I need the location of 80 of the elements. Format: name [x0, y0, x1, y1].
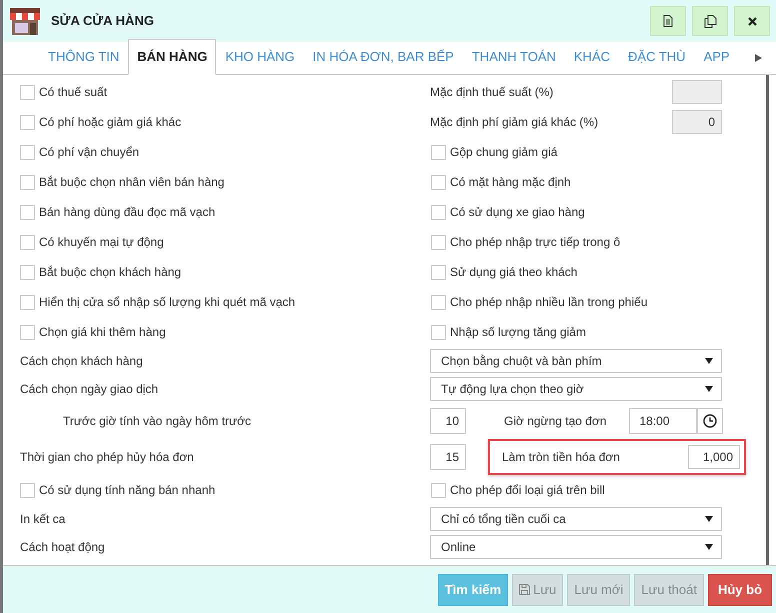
checkbox-label: Bắt buộc chọn nhân viên bán hàng — [39, 174, 224, 191]
checkbox[interactable] — [431, 174, 446, 190]
document-icon — [663, 15, 673, 27]
checkbox-label: Có sử dụng xe giao hàng — [450, 204, 585, 221]
dropdown[interactable]: Chọn bằng chuột và bàn phím — [430, 349, 722, 373]
dropdown-caret-icon — [705, 358, 713, 364]
checkbox-label: Có sử dụng tính năng bán nhanh — [39, 482, 216, 499]
checkbox-label: Bán hàng dùng đầu đọc mã vạch — [39, 204, 216, 221]
field-label: Mặc định thuế suất (%) — [430, 84, 554, 101]
field-label: Mặc định phí giảm giá khác (%) — [430, 114, 598, 131]
checkbox-label: Có thuế suất — [39, 84, 108, 101]
checkbox-label: Chọn giá khi thêm hàng — [39, 324, 166, 341]
tab[interactable]: KHO HÀNG — [216, 38, 304, 75]
checkbox[interactable] — [20, 324, 35, 340]
checkbox[interactable] — [431, 204, 446, 220]
search-button[interactable]: Tìm kiếm — [438, 574, 508, 606]
checkbox[interactable] — [20, 264, 35, 280]
checkbox-label: Bắt buộc chọn khách hàng — [39, 264, 182, 281]
dropdown[interactable]: Tự động lựa chọn theo giờ — [430, 377, 722, 401]
checkbox[interactable] — [431, 264, 446, 280]
checkbox[interactable] — [20, 174, 35, 190]
tab[interactable]: KHÁC — [564, 38, 620, 75]
checkbox[interactable] — [20, 204, 35, 220]
field-label: Trước giờ tính vào ngày hôm trước — [63, 413, 251, 430]
checkbox-label: Hiển thị cửa sổ nhập số lượng khi quét mã vạch — [39, 294, 296, 311]
checkbox-label: Có mặt hàng mặc định — [450, 174, 571, 191]
dropdown-caret-icon — [705, 386, 713, 392]
checkbox-label: Có phí hoặc giảm giá khác — [39, 114, 182, 131]
checkbox[interactable] — [431, 234, 446, 250]
tab[interactable]: IN HÓA ĐƠN, BAR BẾP — [304, 38, 463, 75]
tab[interactable]: THANH TOÁN — [462, 38, 565, 75]
number-field[interactable]: 10 — [430, 408, 466, 434]
copy-icon — [704, 14, 716, 28]
field-label: Thời gian cho phép hủy hóa đơn — [20, 449, 194, 466]
checkbox-label: Cho phép đổi loại giá trên bill — [450, 482, 605, 499]
time-field[interactable]: 18:00 — [628, 408, 696, 434]
checkbox-label: Có khuyến mại tự động — [39, 234, 164, 251]
window-title: SỬA CỬA HÀNG — [51, 12, 155, 30]
store-icon — [9, 6, 41, 36]
field-label: Giờ ngừng tạo đơn — [504, 413, 606, 430]
checkbox[interactable] — [20, 294, 35, 310]
dropdown-caret-icon — [705, 516, 713, 522]
checkbox[interactable] — [431, 294, 446, 310]
close-button[interactable] — [734, 6, 770, 36]
field-label: Làm tròn tiền hóa đơn — [502, 449, 620, 466]
close-icon — [748, 16, 756, 26]
checkbox[interactable] — [20, 84, 35, 100]
checkbox-label: Sử dụng giá theo khách — [450, 264, 578, 281]
tab[interactable]: BÁN HÀNG — [128, 38, 216, 75]
field-label: Cách chọn ngày giao dịch — [20, 381, 158, 398]
number-field[interactable]: 15 — [430, 444, 466, 470]
checkbox[interactable] — [431, 144, 446, 160]
checkbox-label: Gộp chung giảm giá — [450, 144, 558, 161]
checkbox[interactable] — [431, 482, 446, 498]
clock-button[interactable] — [696, 408, 722, 434]
dropdown-caret-icon — [705, 544, 713, 550]
field-label: Cách chọn khách hàng — [20, 353, 143, 370]
dropdown[interactable]: Online — [430, 535, 722, 559]
checkbox[interactable] — [20, 114, 35, 130]
checkbox-label: Có phí vận chuyển — [39, 144, 140, 161]
dropdown[interactable]: Chỉ có tổng tiền cuối ca — [430, 507, 722, 531]
cancel-button[interactable]: Hủy bỏ — [708, 574, 772, 606]
checkbox[interactable] — [431, 324, 446, 340]
tab[interactable]: APP — [694, 38, 739, 75]
checkbox[interactable] — [20, 144, 35, 160]
field-label: Cách hoạt động — [20, 539, 105, 556]
checkbox-label: Nhập số lượng tăng giảm — [450, 324, 586, 341]
checkbox-label: Cho phép nhập nhiều lần trong phiếu — [450, 294, 648, 311]
scroll-right-arrow-icon[interactable] — [755, 54, 762, 62]
tab[interactable]: THÔNG TIN — [39, 38, 128, 75]
scrollbar[interactable] — [766, 75, 769, 565]
amount-field[interactable]: 1,000 — [688, 445, 740, 469]
field-label: In kết ca — [20, 511, 66, 528]
checkbox[interactable] — [20, 482, 35, 498]
copy-button[interactable] — [692, 6, 728, 36]
clock-icon — [702, 414, 716, 428]
checkbox[interactable] — [20, 234, 35, 250]
checkbox-label: Cho phép nhập trực tiếp trong ô — [450, 234, 620, 251]
document-button[interactable] — [650, 6, 686, 36]
tab[interactable]: ĐẶC THÙ — [619, 38, 695, 75]
